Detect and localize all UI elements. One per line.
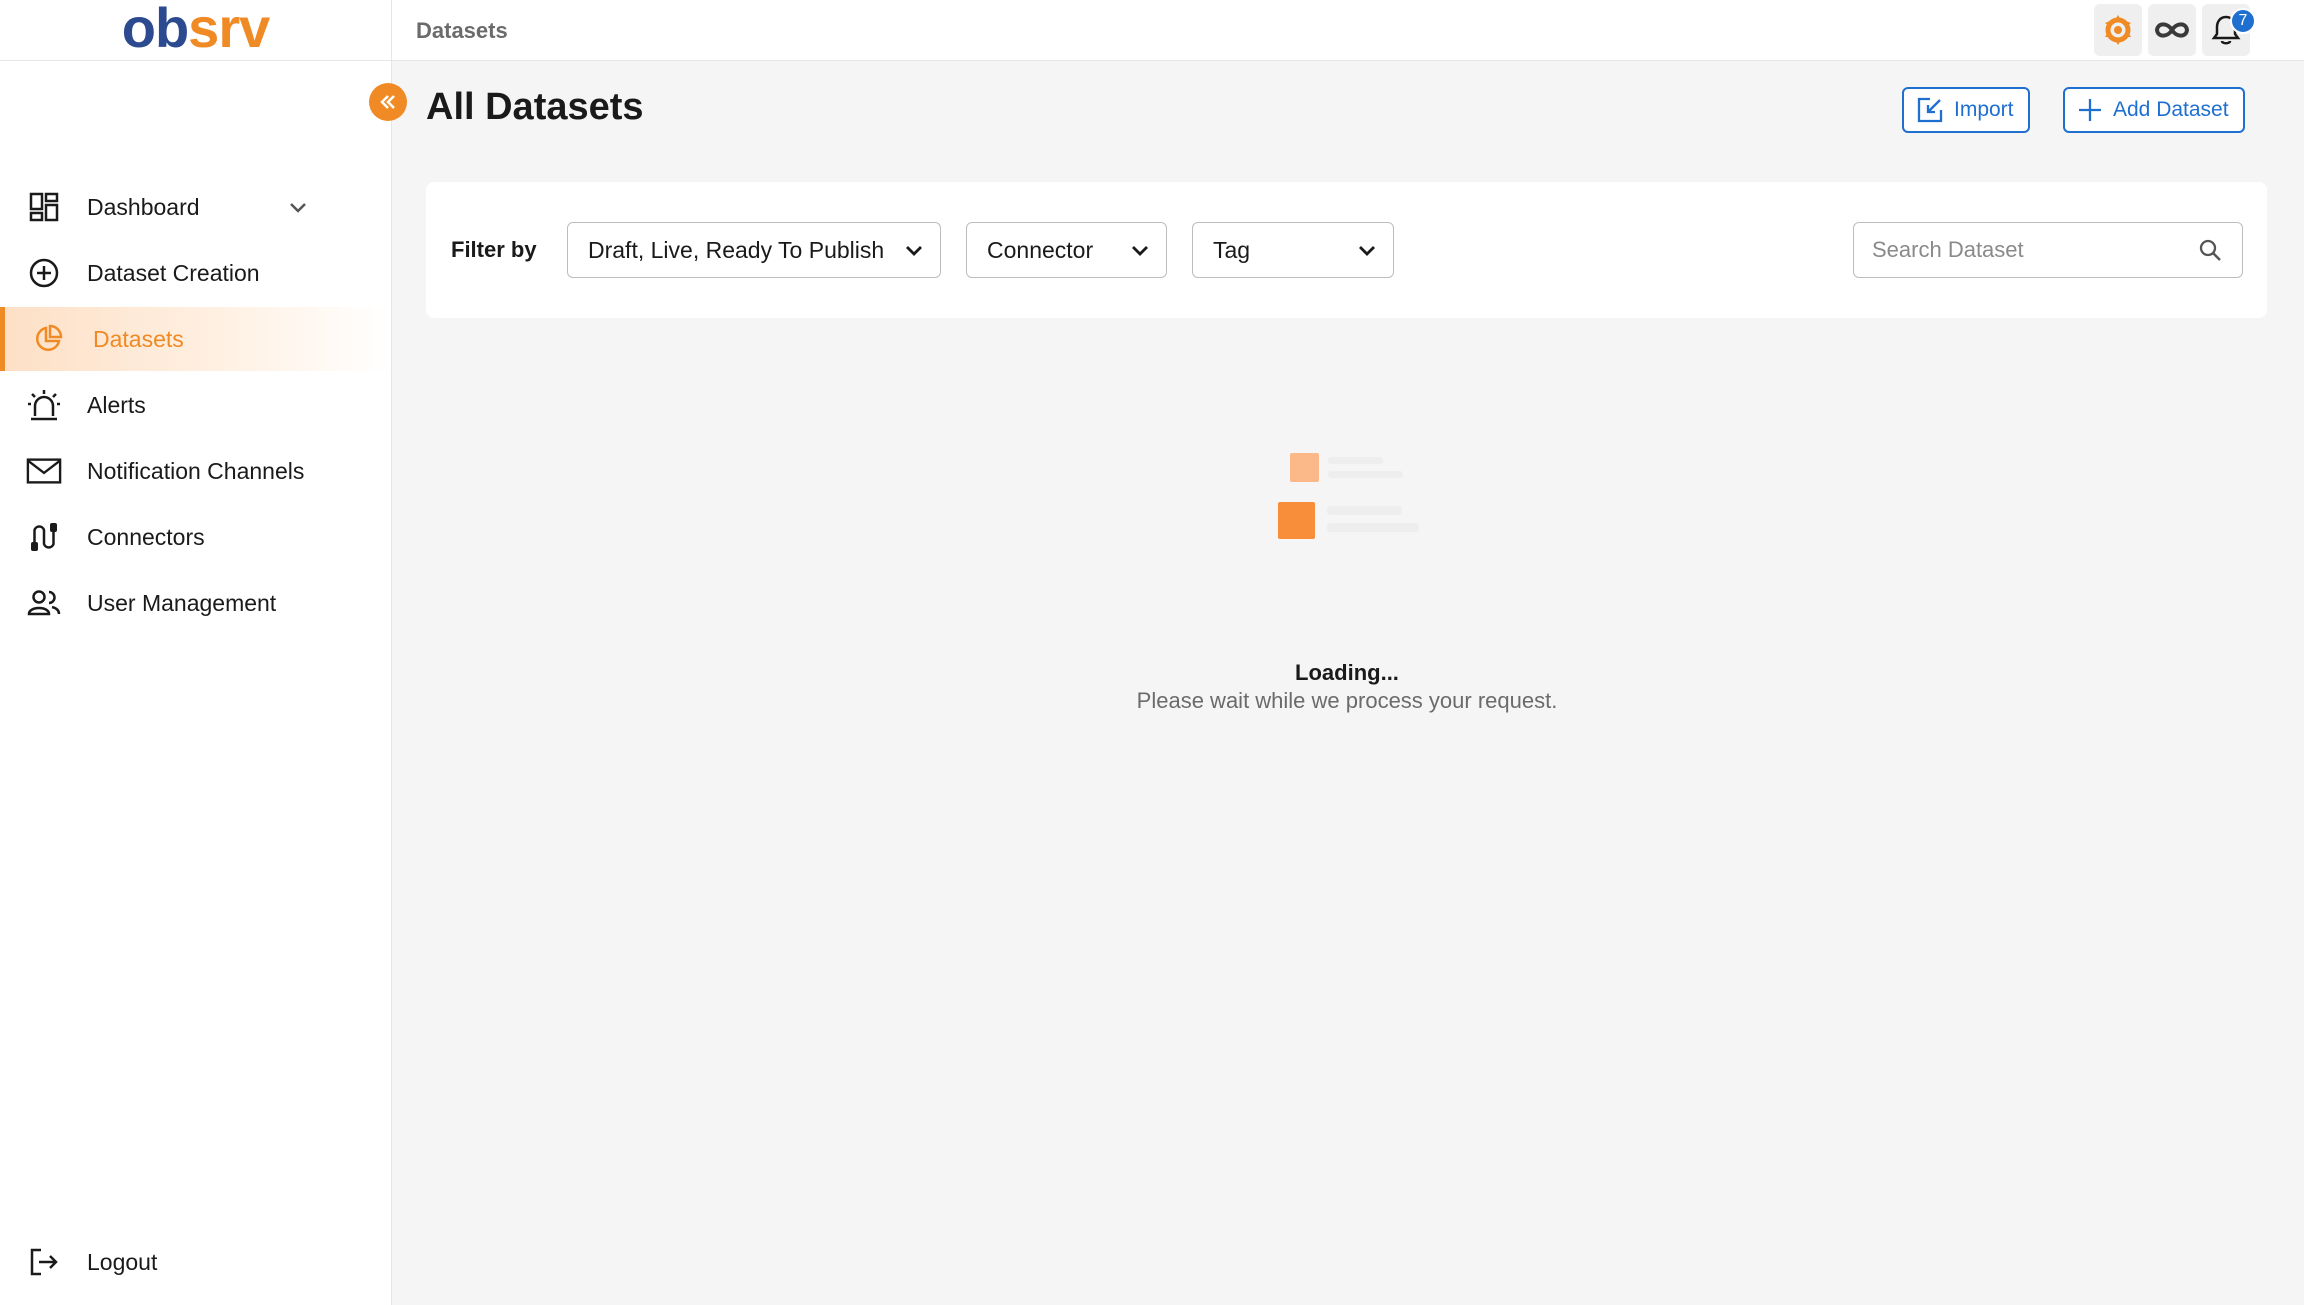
status-filter-select[interactable]: Draft, Live, Ready To Publish (567, 222, 941, 278)
sidebar-item-connectors[interactable]: Connectors (0, 505, 390, 569)
sidebar-item-label: Notification Channels (87, 457, 305, 484)
sidebar-item-label: Dashboard (87, 193, 200, 220)
grafana-icon (2105, 15, 2131, 45)
connector-filter-value: Connector (987, 236, 1094, 263)
siren-icon (28, 390, 60, 421)
dashboard-icon (29, 192, 59, 222)
import-icon (1917, 97, 1943, 123)
sidebar-item-label: Alerts (87, 391, 146, 418)
filter-bar: Filter by Draft, Live, Ready To Publish … (426, 182, 2267, 318)
page-title: All Datasets (426, 86, 644, 128)
import-button[interactable]: Import (1902, 87, 2030, 133)
logout-icon (30, 1248, 58, 1276)
status-filter-value: Draft, Live, Ready To Publish (588, 236, 885, 263)
users-icon (27, 590, 61, 616)
grafana-button[interactable] (2094, 4, 2142, 56)
sidebar-item-alerts[interactable]: Alerts (0, 373, 390, 437)
tag-filter-select[interactable]: Tag (1192, 222, 1394, 278)
sidebar-item-label: User Management (87, 589, 277, 616)
sidebar-item-label: Datasets (93, 325, 184, 352)
search-box (1853, 222, 2243, 278)
sidebar-item-datasets[interactable]: Datasets (0, 307, 390, 371)
sidebar: Dashboard Dataset Creation Datasets Aler… (0, 61, 392, 1305)
datasets-icon (36, 324, 63, 351)
search-input[interactable] (1872, 235, 2192, 265)
sidebar-item-label: Connectors (87, 523, 205, 550)
chevron-down-icon (290, 203, 306, 213)
sidebar-item-notification-channels[interactable]: Notification Channels (0, 439, 390, 503)
logo-container: obsrv (0, 0, 392, 61)
plus-icon (2079, 99, 2101, 121)
loading-title: Loading... (1295, 660, 1399, 685)
tag-filter-value: Tag (1213, 236, 1251, 263)
logout-label: Logout (87, 1248, 158, 1275)
sidebar-item-label: Dataset Creation (87, 259, 260, 286)
loading-illustration (1278, 453, 1419, 539)
connector-icon (31, 523, 57, 551)
infinity-icon (2154, 22, 2190, 38)
infinity-button[interactable] (2148, 4, 2196, 56)
add-dataset-button[interactable]: Add Dataset (2063, 87, 2245, 133)
add-dataset-label: Add Dataset (2113, 98, 2229, 121)
loading-message: Please wait while we process your reques… (1136, 688, 1558, 713)
notification-badge: 7 (2230, 8, 2256, 34)
search-icon[interactable] (2198, 238, 2222, 262)
plus-circle-icon (29, 258, 59, 288)
collapse-sidebar-button[interactable] (369, 83, 407, 121)
filter-label: Filter by (451, 237, 537, 262)
double-chevron-left-icon (380, 95, 395, 109)
chevron-down-icon (1132, 246, 1148, 256)
chevron-down-icon (906, 246, 922, 256)
connector-filter-select[interactable]: Connector (966, 222, 1167, 278)
logout-button[interactable]: Logout (0, 1230, 390, 1294)
app-logo[interactable]: obsrv (122, 0, 271, 56)
import-label: Import (1954, 98, 2014, 121)
sidebar-item-dataset-creation[interactable]: Dataset Creation (0, 241, 390, 305)
mail-icon (26, 458, 62, 484)
top-bar: obsrv Datasets 7 (0, 0, 2304, 61)
notifications-button[interactable]: 7 (2202, 4, 2256, 56)
sidebar-item-dashboard[interactable]: Dashboard (0, 175, 390, 239)
chevron-down-icon (1359, 246, 1375, 256)
sidebar-item-user-management[interactable]: User Management (0, 571, 390, 635)
breadcrumb: Datasets (416, 18, 508, 43)
